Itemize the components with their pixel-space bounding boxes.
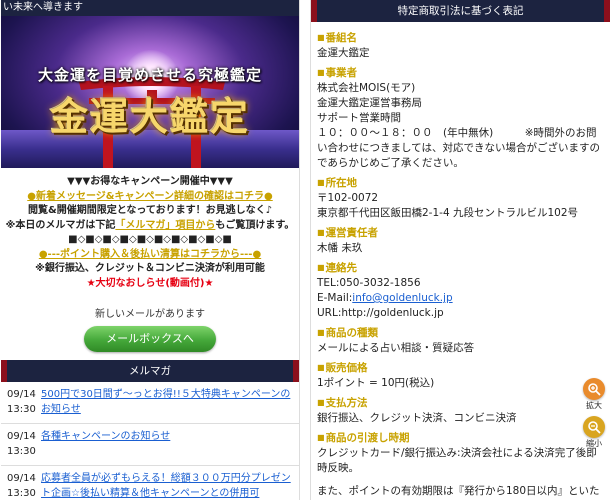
campaign-notice: 閲覧&開催期間限定となっております！お見逃しなく♪ xyxy=(27,205,272,216)
contact-email: E-Mail:info@goldenluck.jp xyxy=(317,292,453,304)
main-banner[interactable]: 大金運を目覚めさせる究極鑑定 金運大鑑定 xyxy=(1,16,299,168)
point-purchase-link[interactable]: ●---ポイント購入＆後払い清算はコチラから---● xyxy=(1,248,299,263)
campaign-heading: ▼▼▼お得なキャンペーン開催中▼▼▼ xyxy=(67,176,233,187)
legal-item-product-type: 商品の種類 メールによる占い相談・質疑応答 xyxy=(317,326,604,356)
legal-item-address: 所在地 〒102-0072 東京都千代田区飯田橋2-1-4 九段セントラルビル1… xyxy=(317,176,604,221)
new-mail-notice: 新しいメールがあります xyxy=(95,309,205,320)
zoom-in-button[interactable]: 拡大 xyxy=(581,378,607,411)
mailmag-section-title: メルマガ xyxy=(1,360,299,382)
zoom-in-icon xyxy=(583,378,605,400)
zoom-out-button[interactable]: 縮小 xyxy=(581,416,607,449)
banner-title: 金運大鑑定 xyxy=(49,94,250,139)
news-title-link[interactable]: 各種キャンペーンのお知らせ xyxy=(39,429,170,460)
news-date: 09/14 13:30 xyxy=(7,431,36,457)
page-title: 特定商取引法に基づく表記 xyxy=(311,0,610,22)
legal-item-program-name: 番組名 金運大鑑定 xyxy=(317,31,604,61)
zoom-in-label: 拡大 xyxy=(586,401,602,410)
zoom-out-icon xyxy=(583,416,605,438)
legal-item-contact: 連絡先 TEL:050-3032-1856 E-Mail:info@golden… xyxy=(317,261,604,321)
news-date: 09/14 13:30 xyxy=(7,473,36,499)
email-link[interactable]: info@goldenluck.jp xyxy=(352,292,452,304)
mailbox-button[interactable]: メールボックスへ xyxy=(84,326,216,352)
payment-methods-note: ※銀行振込、クレジット＆コンビニ決済が利用可能 xyxy=(35,263,265,274)
mailmag-link[interactable]: 「メルマガ」項目から xyxy=(115,220,215,231)
legal-item-payment: 支払方法 銀行振込、クレジット決済、コンビニ決済 xyxy=(317,396,604,426)
top-tagline: い未来へ導きます xyxy=(1,0,299,16)
banner-subtitle: 大金運を目覚めさせる究極鑑定 xyxy=(37,66,262,84)
zoom-out-label: 縮小 xyxy=(586,439,602,448)
campaign-details-link[interactable]: ●新着メッセージ&キャンペーン詳細の確認はコチラ● xyxy=(1,190,299,205)
news-date: 09/14 13:30 xyxy=(7,389,36,415)
campaign-info: ▼▼▼お得なキャンペーン開催中▼▼▼ ●新着メッセージ&キャンペーン詳細の確認は… xyxy=(1,168,299,291)
list-item[interactable]: 09/14 13:30 500円で30日間ず〜っとお得!!５大特典キャンペーンのお… xyxy=(1,382,299,424)
legal-item-delivery: 商品の引渡し時期 クレジットカード/銀行振込み:決済会社による決済完了後即時反映… xyxy=(317,431,604,500)
mailmag-notice: ※本日のメルマガは下記「メルマガ」項目からもご覧頂けます。 xyxy=(5,219,295,231)
important-notice-link[interactable]: ★大切なおしらせ(動画付)★ xyxy=(1,277,299,292)
news-title-link[interactable]: 応募者全員が必ずもらえる！総額３００万円分プレゼント企画☆後払い精算＆他キャンペ… xyxy=(39,471,293,500)
legal-notice-list: 番組名 金運大鑑定 事業者 株式会社MOIS(モア) 金運大鑑定運営事務局 サポ… xyxy=(311,22,610,500)
list-item[interactable]: 09/14 13:30 応募者全員が必ずもらえる！総額３００万円分プレゼント企画☆… xyxy=(1,466,299,500)
legal-notice-screen: 特定商取引法に基づく表記 番組名 金運大鑑定 事業者 株式会社MOIS(モア) … xyxy=(310,0,610,500)
list-item[interactable]: 09/14 13:30 各種キャンペーンのお知らせ xyxy=(1,424,299,466)
mail-top-screen: い未来へ導きます 大金運を目覚めさせる究極鑑定 金運大鑑定 ▼▼▼お得なキャンペ… xyxy=(1,0,300,500)
decorative-divider: ■◇■◇■◇■◇■◇■◇■◇■◇■◇■ xyxy=(68,234,232,245)
mailmag-list: 09/14 13:30 500円で30日間ず〜っとお得!!５大特典キャンペーンのお… xyxy=(1,382,299,500)
news-title-link[interactable]: 500円で30日間ず〜っとお得!!５大特典キャンペーンのお知らせ xyxy=(39,387,293,418)
legal-item-manager: 運営責任者 木幡 未玖 xyxy=(317,226,604,256)
legal-item-operator: 事業者 株式会社MOIS(モア) 金運大鑑定運営事務局 サポート営業時間 １０：… xyxy=(317,66,604,171)
legal-item-price: 販売価格 1ポイント = 10円(税込) xyxy=(317,361,604,391)
